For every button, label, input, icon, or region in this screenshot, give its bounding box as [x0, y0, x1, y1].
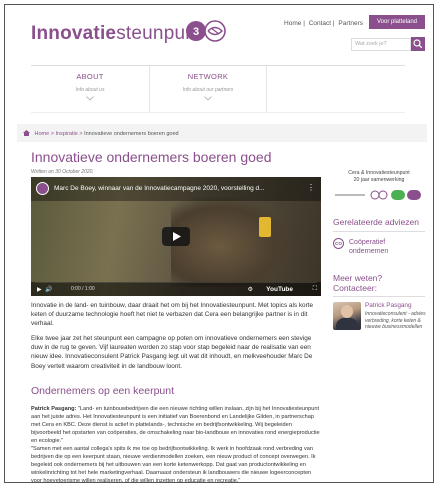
partner-line-2: 20 jaar samenwerking	[353, 177, 405, 183]
video-player[interactable]: Marc De Boey, winnaar van de Innovatieca…	[31, 177, 321, 296]
avatar-face	[341, 305, 353, 318]
quote-text-2: "Samen met een aantal collega's spits ik…	[31, 446, 316, 483]
home-icon[interactable]	[23, 130, 30, 136]
divider	[333, 296, 425, 297]
page-title: Innovatieve ondernemers boeren goed	[31, 149, 272, 165]
breadcrumb-current: Innovatieve ondernemers boeren goed	[84, 131, 179, 137]
play-small-icon[interactable]: ▶	[37, 287, 42, 293]
play-button[interactable]	[162, 227, 190, 246]
logo-emblem-icon: 3	[186, 20, 226, 42]
nav-item-about[interactable]: ABOUT Info about us	[31, 66, 149, 112]
video-time: 0:00 / 1:00	[71, 286, 95, 292]
youtube-logo[interactable]: YouTube	[266, 286, 293, 293]
cooperation-icon: CO	[333, 238, 344, 249]
breadcrumb: Home > Inspiratie > Innovatieve ondernem…	[23, 130, 179, 137]
article-paragraph-3: Patrick Pasgang: "Land- en tuinbouwbedri…	[31, 405, 323, 483]
search-button[interactable]	[411, 37, 425, 51]
main-nav: ABOUT Info about us NETWORK Info about o…	[31, 65, 405, 113]
nav-about-subtitle: Info about us	[75, 87, 105, 93]
top-links: Home | Contact | Partners	[284, 20, 363, 27]
article-date: Written on 30 October 2020.	[31, 169, 94, 175]
video-play-control: ▶ 🔊	[37, 286, 52, 293]
breadcrumb-home[interactable]: Home	[35, 131, 50, 137]
nav-about-title: ABOUT	[76, 72, 104, 81]
platform-button[interactable]: Voor platteland	[369, 15, 425, 29]
svg-text:3: 3	[193, 26, 199, 38]
nav-network-subtitle: Info about our partners	[182, 87, 234, 93]
channel-avatar[interactable]	[36, 182, 49, 195]
speaker-name: Patrick Pasgang:	[31, 406, 77, 412]
top-link-contact[interactable]: Contact	[309, 20, 331, 27]
chevron-down-icon	[204, 96, 212, 101]
article-paragraph-1: Innovatie in de land- en tuinbouw, daar …	[31, 302, 314, 328]
browser-frame: Innovatiesteunpunt 3 Home | Contact | Pa…	[4, 4, 434, 483]
more-icon[interactable]: ⋮	[307, 184, 315, 192]
video-title[interactable]: Marc De Boey, winnaar van de Innovatieca…	[54, 185, 294, 192]
divider	[333, 231, 425, 232]
contact-heading: Meer weten? Contacteer:	[333, 273, 383, 293]
article-paragraph-2: Elke twee jaar zet het steunpunt een cam…	[31, 335, 313, 370]
contact-role: Innovatieconsulent - advies verbreding, …	[365, 311, 426, 331]
related-link-cooperatief[interactable]: Coöperatief ondernemen	[349, 238, 425, 256]
related-heading: Gerelateerde adviezen	[333, 217, 420, 227]
settings-icon[interactable]: ⚙	[248, 286, 253, 293]
top-link-home[interactable]: Home	[284, 20, 301, 27]
volume-icon[interactable]: 🔊	[45, 287, 52, 293]
partner-logos-icon	[335, 190, 421, 200]
partner-line-1: Cera & Innovatiesteunpunt	[348, 170, 410, 176]
logo-text-bold: Innovatie	[31, 23, 117, 44]
video-ear-tag	[259, 217, 271, 237]
nav-item-network[interactable]: NETWORK Info about our partners	[149, 66, 267, 112]
avatar-body	[336, 318, 358, 330]
nav-network-title: NETWORK	[187, 72, 229, 81]
top-link-partners[interactable]: Partners	[338, 20, 363, 27]
breadcrumb-inspiratie[interactable]: Inspiratie	[55, 131, 77, 137]
play-icon	[173, 232, 181, 241]
fullscreen-icon[interactable]: ⛶	[313, 286, 317, 293]
search-icon	[413, 39, 423, 49]
search-input[interactable]: Wat zoek je?	[351, 38, 411, 51]
partner-caption: Cera & Innovatiesteunpunt 20 jaar samenw…	[333, 170, 425, 184]
contact-name[interactable]: Patrick Pasgang	[365, 302, 427, 310]
site-logo[interactable]: Innovatiesteunpunt	[31, 23, 201, 45]
chevron-down-icon	[86, 96, 94, 101]
avatar	[333, 302, 361, 330]
section-heading: Ondernemers op een keerpunt	[31, 385, 175, 397]
